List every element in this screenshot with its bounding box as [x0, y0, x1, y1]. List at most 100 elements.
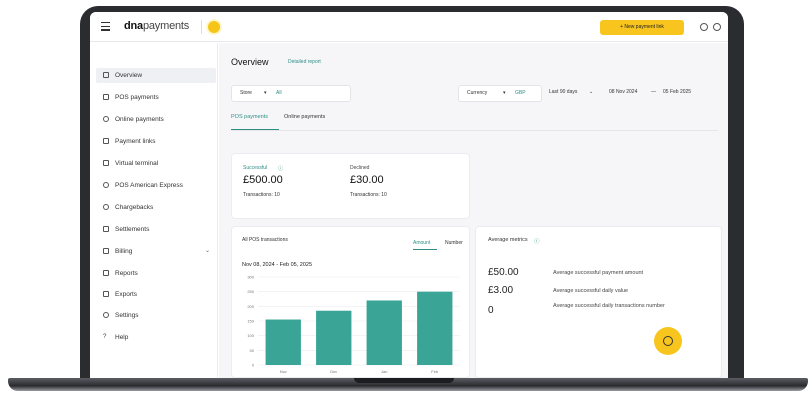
chart-date-range: Nov 08, 2024 - Feb 05, 2025 [242, 262, 313, 268]
currency-filter[interactable]: Currency ▾ GBP [458, 85, 542, 102]
y-tick-label: 0 [252, 363, 255, 368]
currency-filter-value: GBP [515, 90, 526, 96]
brand-logo[interactable]: dnapayments [124, 20, 189, 32]
sidebar-item-label: Payment links [115, 138, 156, 145]
bar [265, 319, 301, 365]
top-bar: dnapayments + New payment link [90, 12, 728, 42]
metric-label: Average successful daily transactions nu… [553, 303, 665, 309]
link-icon [103, 138, 109, 144]
terminal-icon [103, 160, 109, 166]
help-icon: ? [103, 334, 107, 340]
sidebar-item-label: POS payments [115, 94, 159, 101]
globe-icon [103, 116, 109, 122]
sidebar-item-virtual-terminal[interactable]: Virtual terminal [96, 156, 216, 171]
average-metrics-card: Average metrics ⓘ £50.00 Average success… [475, 226, 722, 378]
chat-icon [663, 336, 673, 346]
sidebar-item-online-payments[interactable]: Online payments [96, 112, 216, 127]
sidebar-item-label: Virtual terminal [115, 160, 159, 167]
date-from: 08 Nov 2024 [609, 89, 638, 95]
sidebar-item-overview[interactable]: Overview [96, 68, 216, 83]
sidebar-item-pos-payments[interactable]: POS payments [96, 90, 216, 105]
sidebar-item-billing[interactable]: Billing ⌄ [96, 244, 216, 259]
bar [417, 291, 453, 365]
y-tick-label: 150 [247, 319, 254, 324]
logo-divider [201, 20, 202, 34]
date-range-filter[interactable]: Last 90 days ⌄ 08 Nov 2024 — 05 Feb 2025 [547, 85, 719, 102]
store-filter[interactable]: Store ▾ All [231, 85, 351, 102]
chart-tab-number[interactable]: Number [445, 240, 463, 246]
sidebar-item-label: Reports [115, 270, 138, 277]
metrics-title: Average metrics [488, 237, 528, 243]
y-tick-label: 50 [250, 348, 255, 353]
pos-transactions-chart-card: All POS transactions Amount Number Nov 0… [231, 226, 470, 378]
sidebar-item-label: Billing [115, 248, 133, 255]
chevron-down-icon: ⌄ [204, 248, 210, 254]
tab-divider [231, 130, 718, 131]
new-payment-link-button[interactable]: + New payment link [600, 20, 684, 35]
sidebar-item-label: Overview [115, 72, 143, 79]
bar [366, 300, 402, 365]
globe-icon[interactable] [700, 23, 708, 31]
x-tick-label: Jan [381, 369, 387, 374]
store-filter-label: Store [240, 90, 252, 96]
y-tick-label: 200 [247, 304, 254, 309]
sidebar-item-reports[interactable]: Reports [96, 266, 216, 281]
metric-value: £50.00 [488, 267, 519, 278]
sidebar-item-chargebacks[interactable]: Chargebacks [96, 200, 216, 215]
currency-filter-label: Currency [467, 90, 488, 96]
document-icon [103, 226, 109, 232]
x-tick-label: Dec [330, 369, 337, 374]
y-tick-label: 250 [247, 289, 254, 294]
declined-transactions: Transactions: 10 [350, 192, 387, 198]
chevron-down-icon: ⌄ [589, 89, 594, 95]
tab-online-payments[interactable]: Online payments [284, 114, 325, 120]
metric-label: Average successful daily value [553, 288, 629, 294]
app-screen: dnapayments + New payment link Overview … [90, 12, 728, 378]
y-tick-label: 100 [247, 333, 254, 338]
chart-title: All POS transactions [242, 237, 288, 243]
tab-active-indicator [231, 129, 279, 131]
chargeback-icon [103, 204, 109, 210]
y-tick-label: 300 [247, 275, 254, 280]
home-icon [103, 72, 109, 78]
sidebar-item-help[interactable]: ? Help [96, 330, 216, 345]
report-icon [103, 270, 109, 276]
chevron-down-icon: ▾ [264, 90, 267, 96]
successful-label: Successful [243, 165, 268, 171]
sidebar-item-label: POS American Express [115, 182, 183, 189]
sidebar-item-settings[interactable]: Settings [96, 308, 216, 323]
declined-label: Declined [350, 165, 370, 171]
chevron-down-icon: ▾ [503, 90, 506, 96]
amex-icon [103, 182, 109, 188]
detailed-report-link[interactable]: Detailed report [288, 59, 321, 65]
sidebar-item-label: Chargebacks [115, 204, 154, 211]
sidebar-item-label: Online payments [115, 116, 164, 123]
pos-icon [103, 94, 109, 100]
menu-icon[interactable] [101, 22, 110, 31]
sidebar-item-pos-amex[interactable]: POS American Express [96, 178, 216, 193]
metric-label: Average successful payment amount [553, 270, 644, 276]
info-icon[interactable]: ⓘ [278, 165, 283, 172]
kpi-card: Successful ⓘ £500.00 Transactions: 10 De… [231, 153, 470, 219]
sidebar-item-label: Settlements [115, 226, 150, 233]
main-content: Overview Detailed report Store ▾ All Cur… [219, 43, 728, 378]
chat-support-button[interactable] [654, 327, 682, 355]
brand-light: payments [142, 20, 190, 32]
sidebar-item-label: Help [115, 334, 129, 341]
sidebar-item-payment-links[interactable]: Payment links [96, 134, 216, 149]
successful-value: £500.00 [243, 174, 283, 186]
successful-transactions: Transactions: 10 [243, 192, 280, 198]
period-label: Last 90 days [549, 89, 578, 95]
info-icon[interactable]: ⓘ [534, 237, 540, 245]
brand-bold: dna [124, 20, 143, 32]
tab-pos-payments[interactable]: POS payments [231, 114, 268, 120]
user-icon[interactable] [713, 23, 721, 31]
metric-value: £3.00 [488, 285, 514, 296]
chart-tab-amount[interactable]: Amount [413, 240, 430, 246]
sidebar-item-exports[interactable]: Exports [96, 287, 216, 302]
sidebar-item-settlements[interactable]: Settlements [96, 222, 216, 237]
bar [316, 310, 352, 365]
bar-chart: 0 50 100 150 200 250 300 Nov Dec Jan Feb [247, 275, 460, 374]
store-filter-value: All [276, 90, 282, 96]
declined-value: £30.00 [350, 174, 384, 186]
